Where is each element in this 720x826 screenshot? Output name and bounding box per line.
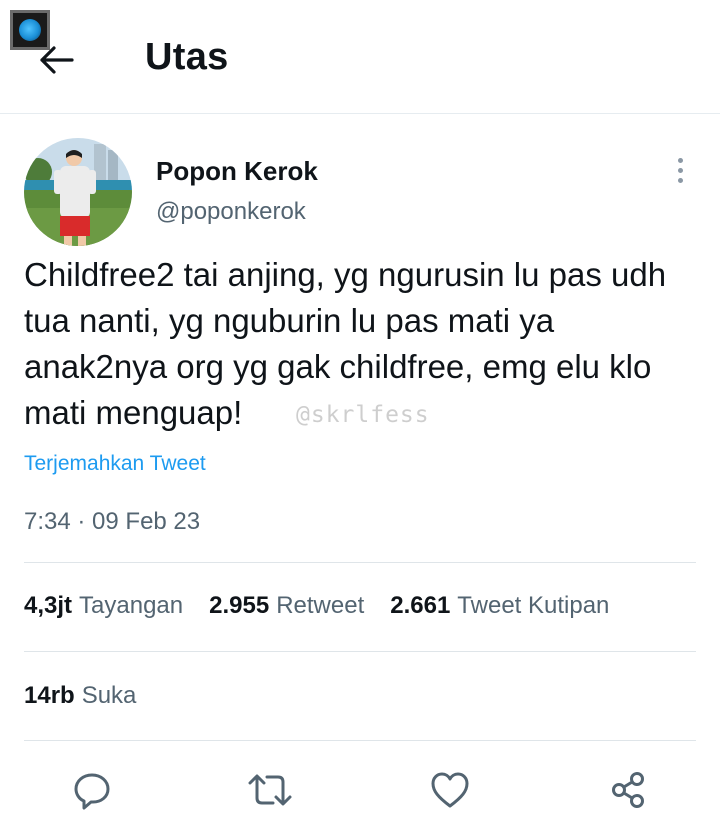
like-button[interactable] xyxy=(426,766,474,814)
avatar[interactable] xyxy=(24,138,132,246)
retweets-label: Retweet xyxy=(276,592,365,619)
dot xyxy=(677,157,683,163)
views-stat[interactable]: 4,3jt Tayangan xyxy=(24,592,183,620)
retweets-count: 2.955 xyxy=(209,592,270,619)
share-button[interactable] xyxy=(604,766,652,814)
author-name[interactable]: Popon Kerok xyxy=(156,156,318,187)
retweets-stat[interactable]: 2.955 Retweet xyxy=(209,592,364,620)
watermark: @skrlfess xyxy=(296,402,430,428)
divider xyxy=(24,651,696,652)
dot xyxy=(677,177,683,183)
page-title: Utas xyxy=(145,36,229,78)
likes-stat[interactable]: 14rb Suka xyxy=(24,682,136,710)
views-label: Tayangan xyxy=(79,592,184,619)
reply-button[interactable] xyxy=(68,766,116,814)
share-icon xyxy=(612,772,644,808)
avatar-photo xyxy=(24,138,132,246)
stats-row: 4,3jt Tayangan 2.955 Retweet 2.661 Tweet Ku… xyxy=(24,592,635,620)
likes-label: Suka xyxy=(81,682,137,709)
like-icon xyxy=(431,772,469,808)
retweet-button[interactable] xyxy=(246,766,294,814)
quotes-count: 2.661 xyxy=(390,592,451,619)
arrow-left-icon xyxy=(40,46,74,74)
retweet-icon xyxy=(248,774,292,806)
more-options-button[interactable] xyxy=(664,152,696,188)
top-bar: Utas xyxy=(0,0,720,114)
quotes-stat[interactable]: 2.661 Tweet Kutipan xyxy=(390,592,609,620)
back-button[interactable] xyxy=(34,38,78,82)
quotes-label: Tweet Kutipan xyxy=(457,592,610,619)
translate-tweet-link[interactable]: Terjemahkan Tweet xyxy=(24,452,206,476)
author-handle[interactable]: @poponkerok xyxy=(156,198,306,226)
views-count: 4,3jt xyxy=(24,592,73,619)
dot xyxy=(677,167,683,173)
likes-count: 14rb xyxy=(24,682,75,709)
divider xyxy=(24,740,696,741)
divider xyxy=(24,562,696,563)
tweet-timestamp[interactable]: 7:34 · 09 Feb 23 xyxy=(24,508,200,536)
reply-icon xyxy=(74,773,110,810)
